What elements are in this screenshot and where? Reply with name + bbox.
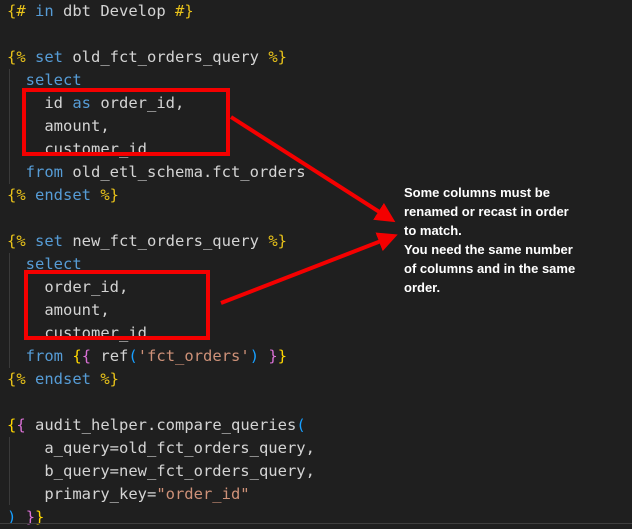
annotation-line: to match.	[404, 221, 575, 240]
indent-guide	[9, 253, 10, 368]
code-token: endset	[35, 186, 91, 204]
code-token: amount,	[7, 117, 110, 135]
code-token: from	[26, 163, 63, 181]
code-token: select	[7, 255, 82, 273]
code-token: order_id,	[7, 278, 128, 296]
code-token: )	[250, 347, 259, 365]
code-token: %}	[91, 370, 119, 388]
code-line: ) }}	[7, 506, 315, 529]
code-token: {%	[7, 186, 35, 204]
code-token: primary_key=	[7, 485, 156, 503]
code-token	[259, 347, 268, 365]
code-token: ref	[91, 347, 128, 365]
code-line: {% endset %}	[7, 368, 315, 391]
code-line: {% set new_fct_orders_query %}	[7, 230, 315, 253]
code-token: in	[35, 2, 54, 20]
code-line: {% endset %}	[7, 184, 315, 207]
code-token: old_fct_orders_query	[63, 48, 268, 66]
code-token: }	[278, 347, 287, 365]
code-token: "order_id"	[156, 485, 249, 503]
code-token: (	[296, 416, 305, 434]
annotation-line: You need the same number	[404, 240, 575, 259]
code-token: dbt Develop	[54, 2, 175, 20]
code-line	[7, 207, 315, 230]
code-token: old_etl_schema.fct_orders	[63, 163, 306, 181]
code-token: from	[26, 347, 63, 365]
code-token: customer_id	[7, 140, 147, 158]
code-editor: { "editor": { "code_lines": [ {"tokens":…	[0, 0, 632, 527]
code-token: as	[72, 94, 91, 112]
code-line	[7, 23, 315, 46]
code-token: {	[7, 416, 16, 434]
code-line: amount,	[7, 115, 315, 138]
code-line: amount,	[7, 299, 315, 322]
code-token: #}	[175, 2, 194, 20]
indent-guide	[9, 69, 10, 184]
code-token: set	[35, 48, 63, 66]
code-token: {	[72, 347, 81, 365]
code-token: set	[35, 232, 63, 250]
code-line: {{ audit_helper.compare_queries(	[7, 414, 315, 437]
code-token: {	[16, 416, 25, 434]
code-line: from old_etl_schema.fct_orders	[7, 161, 315, 184]
code-token: order_id,	[91, 94, 184, 112]
code-line: {% set old_fct_orders_query %}	[7, 46, 315, 69]
code-line: a_query=old_fct_orders_query,	[7, 437, 315, 460]
indent-guide	[9, 437, 10, 505]
code-token: audit_helper.compare_queries	[26, 416, 297, 434]
code-line: id as order_id,	[7, 92, 315, 115]
code-line	[7, 391, 315, 414]
code-token: customer_id	[7, 324, 147, 342]
current-line-border	[0, 523, 632, 524]
annotation-line: of columns and in the same	[404, 259, 575, 278]
code-token	[63, 347, 72, 365]
code-line: select	[7, 69, 315, 92]
code-token: new_fct_orders_query	[63, 232, 268, 250]
code-line: select	[7, 253, 315, 276]
annotation-line: Some columns must be	[404, 183, 575, 202]
code-token: b_query=new_fct_orders_query,	[7, 462, 315, 480]
code-token: }	[268, 347, 277, 365]
code-line: order_id,	[7, 276, 315, 299]
code-token: id	[7, 94, 72, 112]
code-token: a_query=old_fct_orders_query,	[7, 439, 315, 457]
code-token: {#	[7, 2, 35, 20]
code-token: {%	[7, 370, 35, 388]
code-token: %}	[91, 186, 119, 204]
code-line: customer_id	[7, 138, 315, 161]
code-token: endset	[35, 370, 91, 388]
code-token: 'fct_orders'	[138, 347, 250, 365]
code-line: customer_id	[7, 322, 315, 345]
code-line: from {{ ref('fct_orders') }}	[7, 345, 315, 368]
code-token: %}	[268, 48, 287, 66]
code-token: (	[128, 347, 137, 365]
code-line: b_query=new_fct_orders_query,	[7, 460, 315, 483]
annotation-note: Some columns must berenamed or recast in…	[404, 183, 575, 297]
annotation-line: order.	[404, 278, 575, 297]
code-area[interactable]: {# in dbt Develop #} {% set old_fct_order…	[7, 0, 315, 529]
code-line: {# in dbt Develop #}	[7, 0, 315, 23]
code-token: {%	[7, 232, 35, 250]
code-token: amount,	[7, 301, 110, 319]
code-token: {	[82, 347, 91, 365]
code-token: %}	[268, 232, 287, 250]
code-line: primary_key="order_id"	[7, 483, 315, 506]
code-token: {%	[7, 48, 35, 66]
annotation-line: renamed or recast in order	[404, 202, 575, 221]
code-token: select	[7, 71, 82, 89]
